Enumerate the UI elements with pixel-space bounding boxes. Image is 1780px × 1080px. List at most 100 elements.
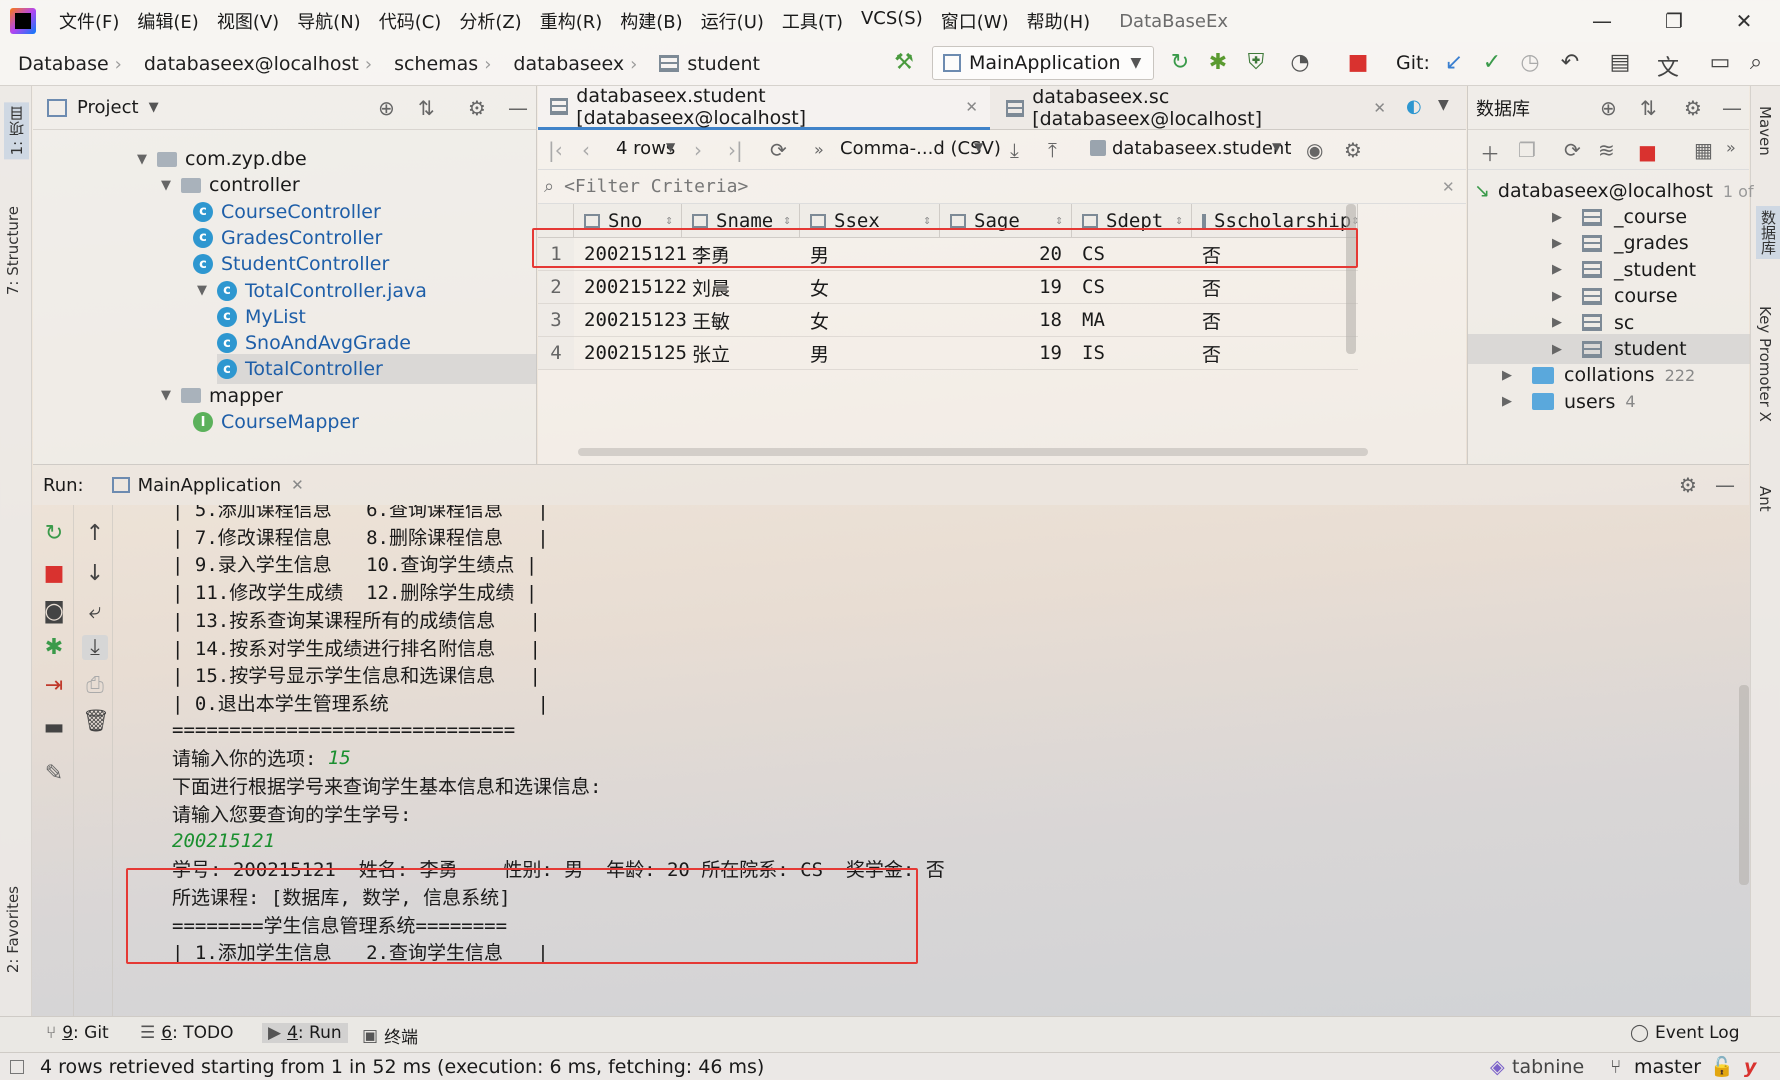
table-cell[interactable]: 男 bbox=[800, 337, 940, 370]
refresh-icon[interactable]: ⟳ bbox=[1564, 138, 1581, 162]
menu-item[interactable]: 文件(F) bbox=[50, 8, 128, 34]
stop-icon[interactable]: ■ bbox=[41, 561, 67, 586]
debug-bug-icon[interactable]: ✱ bbox=[1204, 50, 1232, 75]
yapi-icon[interactable]: y bbox=[1744, 1056, 1756, 1078]
table-cell[interactable]: 女 bbox=[800, 271, 940, 304]
gear-icon[interactable]: ⚙ bbox=[1684, 96, 1702, 120]
expand-arrow-icon[interactable]: ▶ bbox=[1548, 210, 1566, 225]
close-icon[interactable]: ✕ bbox=[1708, 0, 1780, 42]
database-tool-tab[interactable]: 数据库 bbox=[1756, 206, 1780, 259]
expand-arrow-icon[interactable]: ▶ bbox=[1548, 342, 1566, 357]
project-tool-tab[interactable]: 1: 项目 bbox=[4, 102, 29, 160]
gear-icon[interactable]: ⚙ bbox=[1679, 473, 1697, 497]
table-cell[interactable]: 否 bbox=[1192, 271, 1358, 304]
first-page-icon[interactable]: |‹ bbox=[548, 138, 563, 162]
bottom-tab[interactable]: ☰ 6: TODO bbox=[140, 1023, 233, 1043]
editor-tab-student[interactable]: databaseex.student [databaseex@localhost… bbox=[538, 85, 990, 130]
menu-item[interactable]: 运行(U) bbox=[692, 8, 773, 34]
chevron-down-icon[interactable]: ▼ bbox=[1272, 140, 1281, 154]
gear-icon[interactable]: ⚙ bbox=[468, 96, 486, 120]
table-cell[interactable]: IS bbox=[1072, 337, 1192, 370]
schema-sync-icon[interactable]: ≋ bbox=[1598, 138, 1615, 162]
sort-icon[interactable]: ⇕ bbox=[665, 213, 673, 228]
bottom-tab[interactable]: ▣ 终端 bbox=[362, 1023, 418, 1049]
table-view-icon[interactable]: ▦ bbox=[1694, 138, 1713, 162]
project-panel-title[interactable]: Project bbox=[77, 97, 139, 118]
grid-vertical-scrollbar[interactable] bbox=[1346, 204, 1356, 354]
menu-item[interactable]: 视图(V) bbox=[208, 8, 288, 34]
add-icon[interactable]: ＋ bbox=[1480, 138, 1500, 167]
soft-wrap-icon[interactable]: ⤶ bbox=[82, 599, 108, 624]
bottom-tab[interactable]: ▶ 4: Run bbox=[262, 1023, 348, 1043]
table-cell[interactable]: 200215125 bbox=[574, 337, 687, 370]
grid-horizontal-scrollbar[interactable] bbox=[578, 448, 1368, 456]
pin-icon[interactable]: ✎ bbox=[41, 761, 67, 786]
menu-item[interactable]: VCS(S) bbox=[852, 8, 932, 34]
git-history-icon[interactable]: ◷ bbox=[1516, 50, 1544, 75]
coverage-icon[interactable]: ⛨ bbox=[1242, 50, 1270, 75]
row-number[interactable]: 3 bbox=[538, 304, 574, 337]
stop-icon[interactable]: ■ bbox=[1344, 50, 1372, 75]
structure-tool-tab[interactable]: 7: Structure bbox=[4, 206, 22, 295]
expand-arrow-icon[interactable]: ▼ bbox=[193, 283, 211, 298]
search-icon[interactable]: ⌕ bbox=[1742, 50, 1770, 75]
tree-item[interactable]: I CourseMapper bbox=[193, 407, 359, 437]
collapse-all-icon[interactable]: ⇅ bbox=[1640, 96, 1657, 120]
prev-page-icon[interactable]: ‹ bbox=[582, 138, 590, 162]
trash-icon[interactable]: 🗑 bbox=[82, 709, 110, 734]
expand-arrow-icon[interactable]: ▶ bbox=[1548, 289, 1566, 304]
table-cell[interactable]: 张立 bbox=[682, 337, 800, 370]
breadcrumb-item[interactable]: databaseex › bbox=[495, 53, 641, 75]
breadcrumb-item[interactable]: Database › bbox=[0, 53, 126, 75]
menu-item[interactable]: 构建(B) bbox=[611, 8, 691, 34]
filter-criteria-input[interactable]: <Filter Criteria> bbox=[564, 176, 748, 197]
table-cell[interactable]: CS bbox=[1072, 271, 1192, 304]
lock-icon[interactable]: 🔓 bbox=[1710, 1055, 1734, 1078]
refresh-icon[interactable]: ⟳ bbox=[770, 138, 787, 162]
menu-item[interactable]: 帮助(H) bbox=[1018, 8, 1100, 34]
event-log-button[interactable]: ◯ Event Log bbox=[1630, 1023, 1740, 1043]
table-cell[interactable]: 200215122 bbox=[574, 271, 687, 304]
close-tab-icon[interactable]: ✕ bbox=[291, 476, 304, 494]
run-configuration-select[interactable]: MainApplication ▼ bbox=[932, 46, 1154, 80]
up-arrow-icon[interactable]: ↑ bbox=[82, 521, 108, 546]
breadcrumb-item[interactable]: student bbox=[641, 53, 764, 75]
expand-arrow-icon[interactable]: ▶ bbox=[1548, 236, 1566, 251]
toggle-tool-windows-icon[interactable] bbox=[10, 1059, 24, 1074]
table-cell[interactable]: 王敏 bbox=[682, 304, 800, 337]
locate-target-icon[interactable]: ⊕ bbox=[378, 96, 395, 120]
menu-item[interactable]: 导航(N) bbox=[288, 8, 370, 34]
more-icon[interactable]: » bbox=[814, 140, 824, 159]
chevron-down-icon[interactable]: ▼ bbox=[149, 100, 159, 115]
git-branch-label[interactable]: master bbox=[1634, 1056, 1701, 1078]
git-commit-icon[interactable]: ✓ bbox=[1478, 50, 1506, 75]
sort-icon[interactable]: ⇕ bbox=[783, 213, 791, 228]
chevron-down-icon[interactable]: ▼ bbox=[666, 140, 675, 154]
more-tabs-icon[interactable]: ◐ bbox=[1406, 96, 1422, 117]
menu-item[interactable]: 分析(Z) bbox=[450, 8, 530, 34]
hide-panel-icon[interactable]: — bbox=[1715, 473, 1735, 497]
next-page-icon[interactable]: › bbox=[694, 138, 702, 162]
table-cell[interactable]: 女 bbox=[800, 304, 940, 337]
table-cell[interactable]: 否 bbox=[1192, 304, 1358, 337]
breadcrumb-item[interactable]: schemas › bbox=[376, 53, 495, 75]
table-selector[interactable]: databaseex.student bbox=[1112, 138, 1291, 159]
ant-tool-tab[interactable]: Ant bbox=[1756, 486, 1774, 512]
maven-tool-tab[interactable]: Maven bbox=[1756, 106, 1774, 156]
favorites-tool-tab[interactable]: 2: Favorites bbox=[4, 886, 22, 973]
editor-tab-sc[interactable]: databaseex.sc [databaseex@localhost] ✕ bbox=[994, 86, 1398, 130]
minimize-icon[interactable]: — bbox=[1566, 0, 1638, 42]
expand-arrow-icon[interactable]: ▼ bbox=[157, 178, 175, 193]
clear-filter-icon[interactable]: ✕ bbox=[1442, 178, 1455, 196]
tabnine-label[interactable]: tabnine bbox=[1512, 1056, 1584, 1078]
expand-arrow-icon[interactable]: ▶ bbox=[1548, 315, 1566, 330]
close-tab-icon[interactable]: ✕ bbox=[1373, 99, 1386, 117]
hide-panel-icon[interactable]: — bbox=[1722, 96, 1742, 120]
key-promoter-tool-tab[interactable]: Key Promoter X bbox=[1756, 306, 1774, 422]
view-eye-icon[interactable]: ◉ bbox=[1306, 138, 1323, 162]
collapse-all-icon[interactable]: ⇅ bbox=[418, 96, 435, 120]
build-hammer-icon[interactable]: ⚒ bbox=[890, 50, 918, 75]
layout-icon[interactable]: ▬ bbox=[41, 715, 67, 740]
gear-icon[interactable]: ⚙ bbox=[1344, 138, 1362, 162]
expand-arrow-icon[interactable]: ▶ bbox=[1498, 368, 1516, 383]
